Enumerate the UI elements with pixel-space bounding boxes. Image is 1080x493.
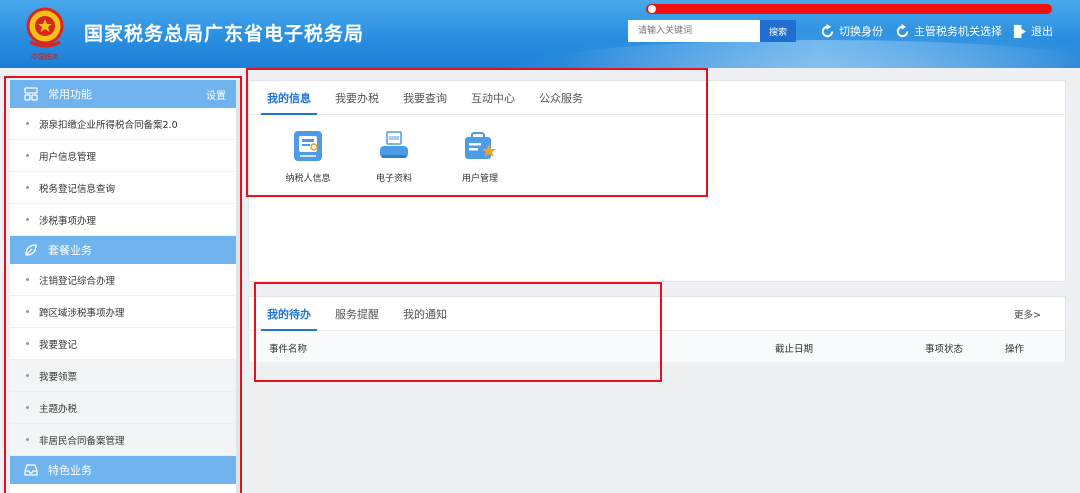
tab-service-reminders[interactable]: 服务提醒: [323, 297, 391, 330]
sidebar-item[interactable]: 非居民合同备案管理: [10, 424, 236, 456]
sidebar: 常用功能 设置 源泉扣缴企业所得税合同备案2.0 用户信息管理 税务登记信息查询…: [10, 80, 236, 493]
info-tiles: 纳税人信息 电子资料 用户管理: [249, 115, 1065, 184]
my-todo-panel: 我的待办 服务提醒 我的通知 更多> 事件名称 截止日期 事项状态 操作: [248, 296, 1066, 362]
sidebar-item[interactable]: 主题办税: [10, 392, 236, 424]
my-info-panel: 我的信息 我要办税 我要查询 互动中心 公众服务 纳税人信息 电子资料 用户管理: [248, 80, 1066, 282]
search-input[interactable]: [628, 20, 760, 42]
sidebar-item-label: 注销登记综合办理: [39, 275, 116, 287]
search-button[interactable]: 搜索: [760, 20, 796, 42]
todo-table-header: 事件名称 截止日期 事项状态 操作: [249, 331, 1065, 362]
tile-label: 电子资料: [375, 174, 412, 184]
sidebar-item-label: 跨区域涉税事项办理: [39, 307, 125, 319]
taxpayer-info-icon: [294, 131, 322, 161]
switch-identity-label: 切换身份: [839, 25, 883, 38]
logout-link[interactable]: 退出: [1012, 23, 1053, 39]
sidebar-item-label: 我要领票: [39, 371, 78, 383]
column-header: 事项状态: [925, 344, 964, 355]
sidebar-item[interactable]: 我要登记: [10, 328, 236, 360]
tab-public-service[interactable]: 公众服务: [527, 81, 595, 114]
sidebar-item[interactable]: 跨区域涉税事项办理: [10, 296, 236, 328]
taxpayer-info-tile[interactable]: 纳税人信息: [265, 129, 351, 184]
sidebar-item-label: 非居民合同备案管理: [39, 435, 125, 447]
sidebar-item-label: 我要登记: [39, 339, 78, 351]
sidebar-item[interactable]: 用户信息管理: [10, 140, 236, 172]
tab-my-todo[interactable]: 我的待办: [255, 297, 323, 331]
choose-authority-label: 主管税务机关选择: [914, 25, 1002, 38]
sidebar-item[interactable]: 涉税事项办理: [10, 204, 236, 236]
redaction-bar: [646, 4, 1052, 14]
choose-authority-link[interactable]: 主管税务机关选择: [895, 23, 1002, 39]
sidebar-group-common[interactable]: 常用功能 设置: [10, 80, 236, 108]
todo-tabs: 我的待办 服务提醒 我的通知: [249, 297, 1065, 331]
column-header: 截止日期: [775, 344, 814, 355]
sidebar-item[interactable]: 我要领票: [10, 360, 236, 392]
top-header: 中国税务 国家税务总局广东省电子税务局 搜索 切换身份 主管税务机关选择 退出: [0, 0, 1080, 68]
inbox-icon: [24, 464, 38, 476]
tax-emblem-icon: 中国税务: [26, 7, 64, 61]
sidebar-item[interactable]: 源泉扣缴企业所得税合同备案2.0: [10, 108, 236, 140]
tab-interaction-center[interactable]: 互动中心: [459, 81, 527, 114]
refresh-icon: [896, 23, 909, 37]
tile-label: 用户管理: [461, 174, 498, 184]
tab-query[interactable]: 我要查询: [391, 81, 459, 114]
sidebar-item-label: 用户信息管理: [39, 151, 97, 163]
switch-identity-link[interactable]: 切换身份: [820, 23, 883, 39]
tab-my-info[interactable]: 我的信息: [255, 81, 323, 115]
sidebar-item[interactable]: 注销登记综合办理: [10, 264, 236, 296]
logout-icon: [1013, 24, 1027, 38]
tile-label: 纳税人信息: [285, 174, 331, 184]
column-header: 事件名称: [269, 344, 308, 355]
sidebar-item-label: 源泉扣缴企业所得税合同备案2.0: [39, 119, 178, 131]
sidebar-group-featured[interactable]: 特色业务: [10, 456, 236, 484]
tab-handle-tax[interactable]: 我要办税: [323, 81, 391, 114]
sidebar-item-label: 涉税事项办理: [39, 215, 97, 227]
electronic-docs-icon: [380, 131, 408, 158]
site-title: 国家税务总局广东省电子税务局: [84, 23, 365, 45]
info-tabs: 我的信息 我要办税 我要查询 互动中心 公众服务: [249, 81, 1065, 115]
sidebar-item-label: 主题办税: [39, 403, 78, 415]
sidebar-group-label: 常用功能: [48, 88, 92, 101]
refresh-icon: [821, 23, 834, 37]
leaf-icon: [25, 244, 37, 256]
user-management-icon: [465, 132, 496, 159]
grid-icon: [24, 87, 38, 101]
sidebar-item[interactable]: 税务登记信息查询: [10, 172, 236, 204]
user-management-tile[interactable]: 用户管理: [437, 129, 523, 184]
electronic-docs-tile[interactable]: 电子资料: [351, 129, 437, 184]
sidebar-group-package[interactable]: 套餐业务: [10, 236, 236, 264]
logout-label: 退出: [1031, 25, 1053, 38]
sidebar-settings-link[interactable]: 设置: [206, 87, 226, 102]
sidebar-item-label: 税务登记信息查询: [39, 183, 116, 195]
column-header: 操作: [1005, 344, 1025, 355]
tab-my-notices[interactable]: 我的通知: [391, 297, 459, 330]
more-link[interactable]: 更多>: [1014, 307, 1041, 321]
svg-text:中国税务: 中国税务: [31, 52, 59, 61]
sidebar-group-label: 套餐业务: [48, 244, 92, 257]
sidebar-group-label: 特色业务: [48, 464, 92, 477]
sidebar-scrollbar[interactable]: [236, 80, 240, 493]
